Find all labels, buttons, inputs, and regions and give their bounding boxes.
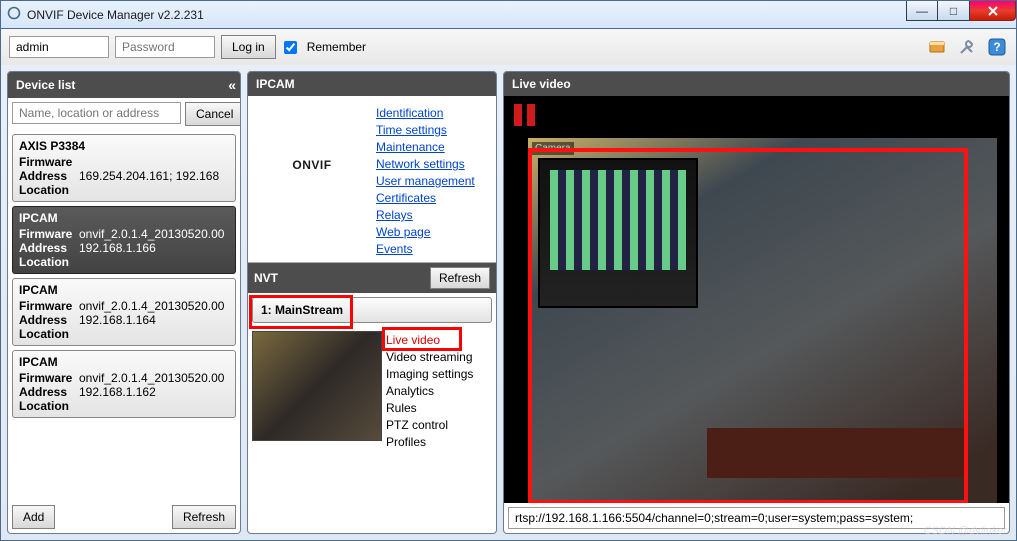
- username-input[interactable]: [9, 36, 109, 58]
- firmware-value: onvif_2.0.1.4_20130520.00: [79, 371, 224, 385]
- address-label: Address: [19, 385, 79, 399]
- location-label: Location: [19, 399, 79, 413]
- stream-url-input[interactable]: [508, 507, 1005, 529]
- remember-label: Remember: [307, 40, 366, 54]
- stream-selector-label: 1: MainStream: [261, 303, 343, 317]
- remember-checkbox[interactable]: [284, 41, 297, 54]
- firmware-label: Firmware: [19, 155, 79, 169]
- device-item[interactable]: IPCAM Firmwareonvif_2.0.1.4_20130520.00Ad…: [12, 206, 236, 274]
- ipcam-link[interactable]: Identification: [376, 106, 443, 120]
- location-label: Location: [19, 255, 79, 269]
- camera-label: Camera: [532, 142, 574, 155]
- firmware-label: Firmware: [19, 371, 79, 385]
- camera-feed: [528, 138, 997, 503]
- address-label: Address: [19, 241, 79, 255]
- add-device-button[interactable]: Add: [12, 505, 55, 529]
- window-title: ONVIF Device Manager v2.2.231: [27, 8, 204, 22]
- device-item[interactable]: IPCAM Firmwareonvif_2.0.1.4_20130520.00Ad…: [12, 278, 236, 346]
- pause-icon[interactable]: [514, 104, 535, 126]
- login-toolbar: Log in Remember ?: [0, 29, 1017, 65]
- ipcam-link[interactable]: Maintenance: [376, 140, 445, 154]
- app-icon: [7, 6, 21, 23]
- device-list[interactable]: AXIS P3384FirmwareAddress169.254.204.161…: [8, 130, 240, 501]
- password-input[interactable]: [115, 36, 215, 58]
- collapse-device-list-icon[interactable]: «: [228, 77, 232, 93]
- live-video-header: Live video: [512, 77, 571, 91]
- stream-selector[interactable]: 1: MainStream: [252, 297, 492, 323]
- refresh-devices-button[interactable]: Refresh: [172, 505, 236, 529]
- window-maximize-button[interactable]: □: [938, 1, 970, 21]
- nvt-link[interactable]: Analytics: [386, 384, 473, 398]
- device-name: IPCAM: [19, 283, 229, 297]
- live-video-panel: Live video Camera: [503, 71, 1010, 534]
- nvt-link[interactable]: Rules: [386, 401, 473, 415]
- ipcam-link[interactable]: Events: [376, 242, 413, 256]
- nvt-refresh-button[interactable]: Refresh: [430, 267, 490, 289]
- device-name: IPCAM: [19, 211, 229, 225]
- address-value: 192.168.1.162: [79, 385, 156, 399]
- device-item[interactable]: AXIS P3384 FirmwareAddress169.254.204.161…: [12, 134, 236, 202]
- nvt-link[interactable]: Profiles: [386, 435, 473, 449]
- window-close-button[interactable]: [970, 1, 1016, 21]
- tools-icon[interactable]: [956, 36, 978, 58]
- device-name: IPCAM: [19, 355, 229, 369]
- ipcam-link[interactable]: Certificates: [376, 191, 436, 205]
- address-value: 192.168.1.164: [79, 313, 156, 327]
- device-detail-panel: IPCAM ONVIF Identification Time settings M…: [247, 71, 497, 534]
- video-viewport[interactable]: Camera: [504, 96, 1009, 503]
- location-label: Location: [19, 327, 79, 341]
- nvt-link[interactable]: Video streaming: [386, 350, 473, 364]
- nvt-link[interactable]: Live video: [386, 333, 473, 347]
- firmware-value: onvif_2.0.1.4_20130520.00: [79, 299, 224, 313]
- firmware-label: Firmware: [19, 299, 79, 313]
- nvt-link[interactable]: Imaging settings: [386, 367, 473, 381]
- stream-thumbnail[interactable]: [252, 331, 382, 441]
- ipcam-link[interactable]: User management: [376, 174, 475, 188]
- login-button[interactable]: Log in: [221, 35, 276, 59]
- window-minimize-button[interactable]: —: [906, 1, 938, 21]
- nvt-link[interactable]: PTZ control: [386, 418, 473, 432]
- settings-icon[interactable]: [926, 36, 948, 58]
- device-search-cancel-button[interactable]: Cancel: [185, 102, 241, 126]
- device-item[interactable]: IPCAM Firmwareonvif_2.0.1.4_20130520.00Ad…: [12, 350, 236, 418]
- address-value: 169.254.204.161; 192.168: [79, 169, 219, 183]
- ipcam-link[interactable]: Relays: [376, 208, 413, 222]
- firmware-label: Firmware: [19, 227, 79, 241]
- device-search-input[interactable]: [12, 102, 181, 124]
- onvif-logo: ONVIF: [252, 102, 372, 222]
- window-titlebar: ONVIF Device Manager v2.2.231 — □: [0, 0, 1017, 29]
- address-value: 192.168.1.166: [79, 241, 156, 255]
- nvt-header: NVT: [254, 271, 278, 285]
- device-name: AXIS P3384: [19, 139, 229, 153]
- svg-text:?: ?: [993, 40, 1000, 54]
- ipcam-link[interactable]: Network settings: [376, 157, 465, 171]
- firmware-value: onvif_2.0.1.4_20130520.00: [79, 227, 224, 241]
- address-label: Address: [19, 169, 79, 183]
- help-icon[interactable]: ?: [986, 36, 1008, 58]
- device-list-panel: Device list « Cancel AXIS P3384FirmwareA…: [7, 71, 241, 534]
- location-label: Location: [19, 183, 79, 197]
- ipcam-link[interactable]: Time settings: [376, 123, 447, 137]
- ipcam-link[interactable]: Web page: [376, 225, 431, 239]
- device-list-header: Device list: [16, 78, 75, 92]
- ipcam-header: IPCAM: [256, 77, 295, 91]
- address-label: Address: [19, 313, 79, 327]
